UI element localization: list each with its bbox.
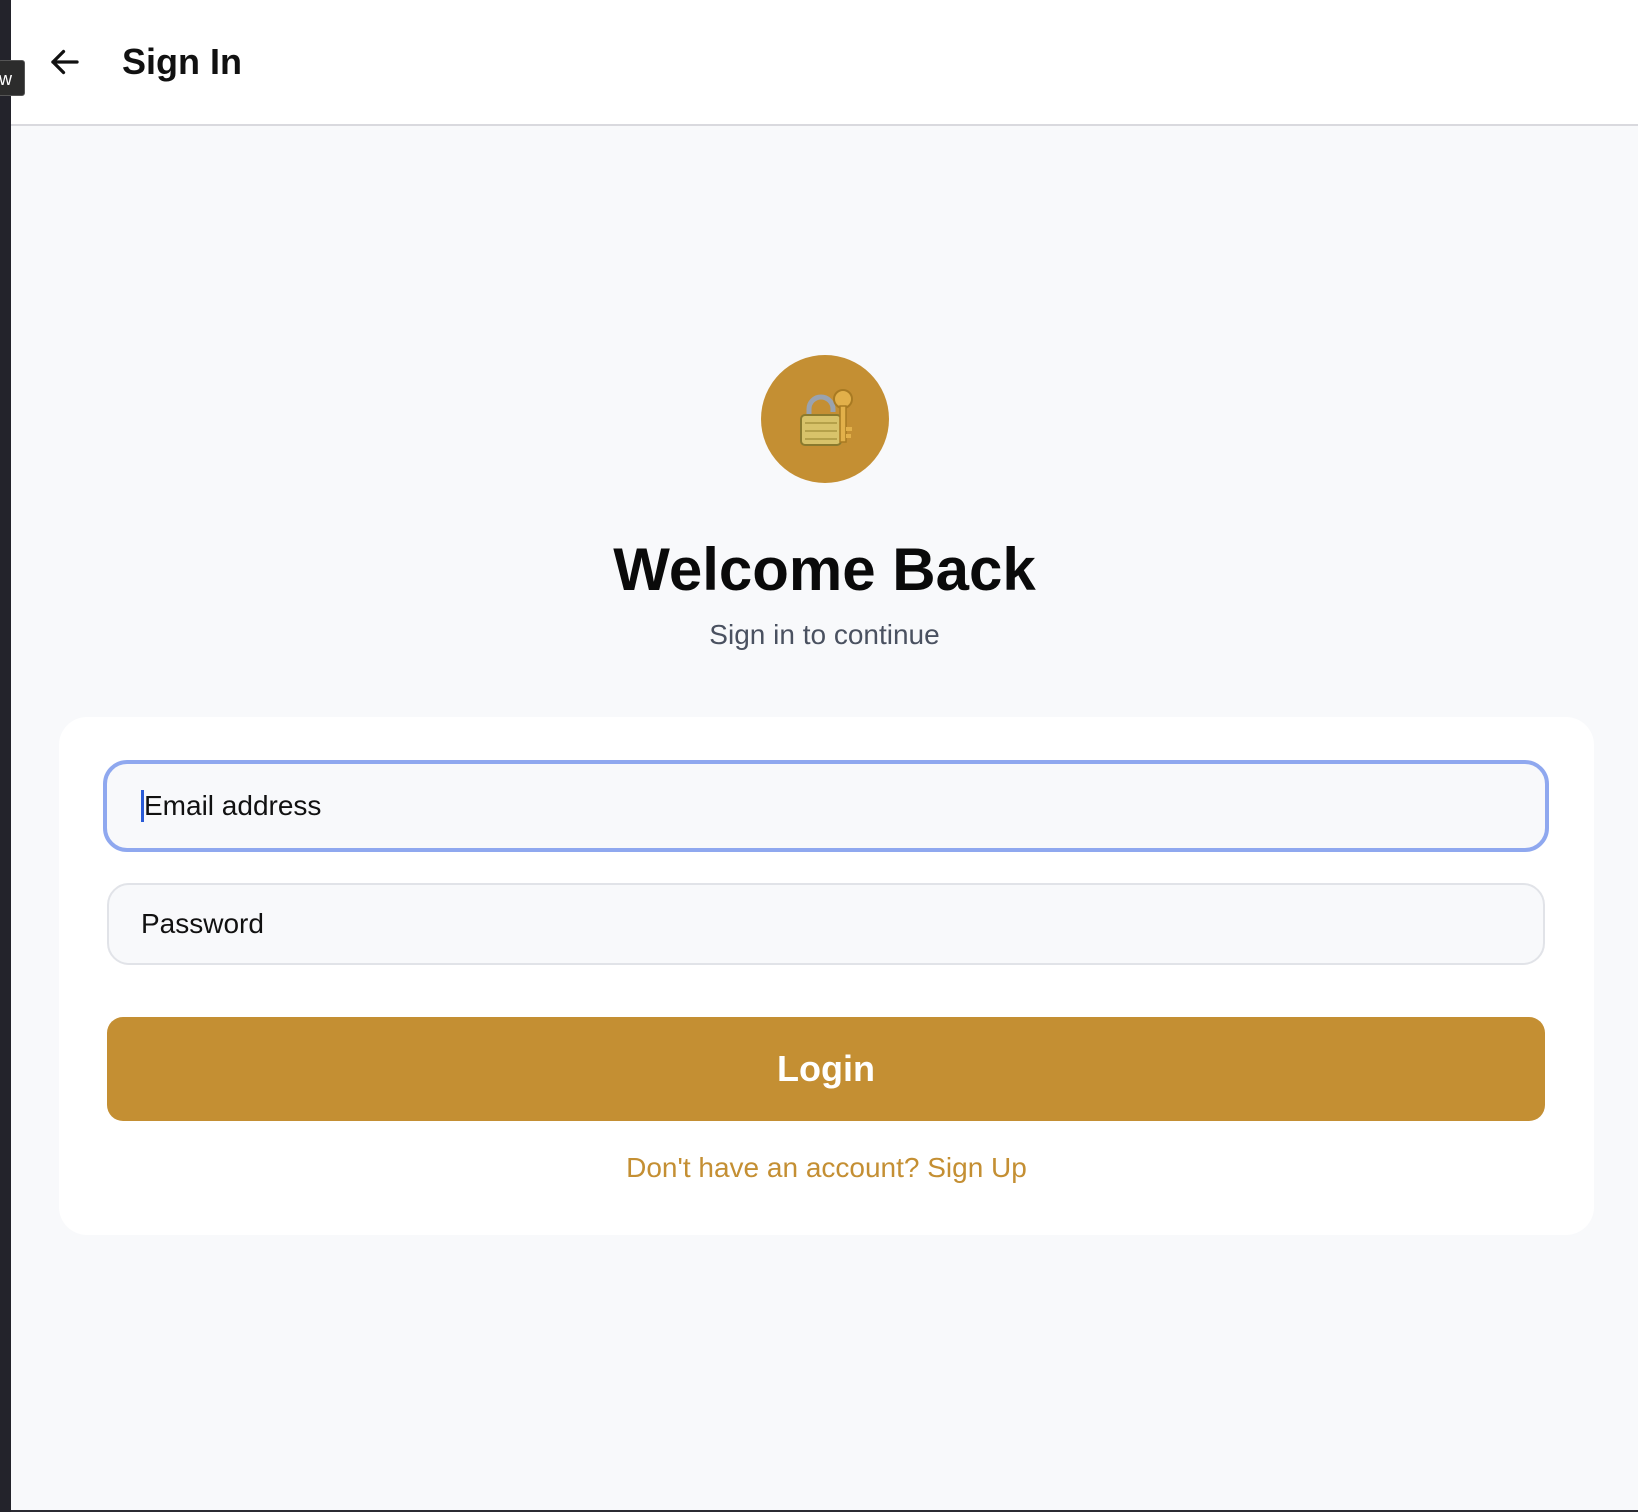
lock-with-key-icon [799, 389, 853, 446]
password-placeholder: Password [141, 908, 264, 939]
back-button[interactable] [41, 38, 89, 86]
signup-link[interactable]: Don't have an account? Sign Up [59, 1152, 1594, 1184]
window-edge [0, 0, 11, 1512]
tooltip-chip: w [0, 60, 25, 96]
login-card: Email address Password Login Don't have … [59, 717, 1594, 1235]
password-field[interactable]: Password [107, 883, 1545, 965]
hero-section: Welcome Back Sign in to continue [11, 355, 1638, 653]
welcome-heading: Welcome Back [613, 536, 1036, 603]
welcome-subtitle: Sign in to continue [709, 619, 940, 650]
email-placeholder: Email address [144, 790, 322, 821]
page-title: Sign In [122, 41, 242, 82]
lock-badge [760, 355, 889, 483]
app-header: Sign In [11, 0, 1638, 126]
login-button[interactable]: Login [107, 1017, 1545, 1121]
email-field[interactable]: Email address [103, 760, 1549, 852]
arrow-left-icon [51, 49, 79, 75]
